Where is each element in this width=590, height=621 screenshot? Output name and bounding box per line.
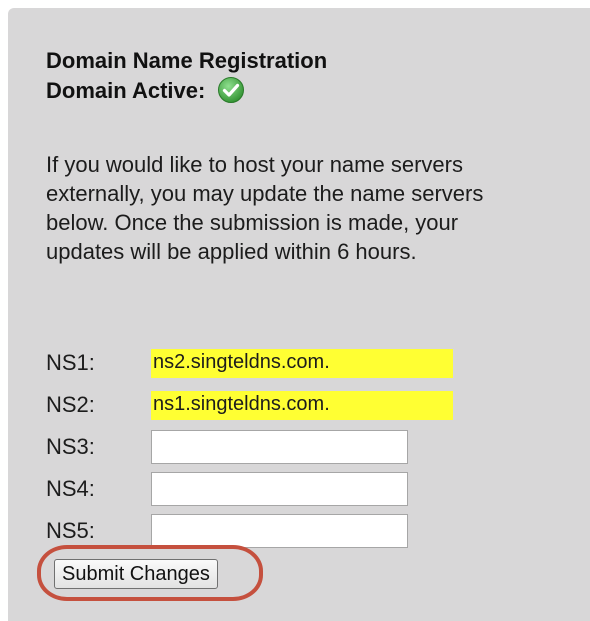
ns4-label: NS4: xyxy=(46,476,95,501)
ns5-row: NS5: xyxy=(46,514,466,550)
submit-changes-button[interactable]: Submit Changes xyxy=(54,559,218,589)
ns2-row: NS2: ns1.singteldns.com. xyxy=(46,388,466,424)
ns1-field[interactable]: ns2.singteldns.com. xyxy=(151,349,453,378)
domain-status-label: Domain Active: xyxy=(46,78,206,103)
ns1-row: NS1: ns2.singteldns.com. xyxy=(46,346,466,382)
ns3-row: NS3: xyxy=(46,430,466,466)
ns2-value: ns1.singteldns.com. xyxy=(153,393,330,415)
ns2-field[interactable]: ns1.singteldns.com. xyxy=(151,391,453,420)
ns3-label: NS3: xyxy=(46,434,95,459)
ns4-field[interactable] xyxy=(151,472,408,506)
domain-status: Domain Active: xyxy=(46,76,327,106)
ns5-field[interactable] xyxy=(151,514,408,548)
ns3-field[interactable] xyxy=(151,430,408,464)
ns1-value: ns2.singteldns.com. xyxy=(153,351,330,373)
section-heading: Domain Name Registration Domain Active: xyxy=(46,46,327,106)
ns5-label: NS5: xyxy=(46,518,95,543)
ns4-row: NS4: xyxy=(46,472,466,508)
section-title: Domain Name Registration xyxy=(46,48,328,73)
ns1-label: NS1: xyxy=(46,350,95,375)
ns2-label: NS2: xyxy=(46,392,95,417)
check-circle-icon xyxy=(217,76,245,104)
description-text: If you would like to host your name serv… xyxy=(46,152,484,264)
